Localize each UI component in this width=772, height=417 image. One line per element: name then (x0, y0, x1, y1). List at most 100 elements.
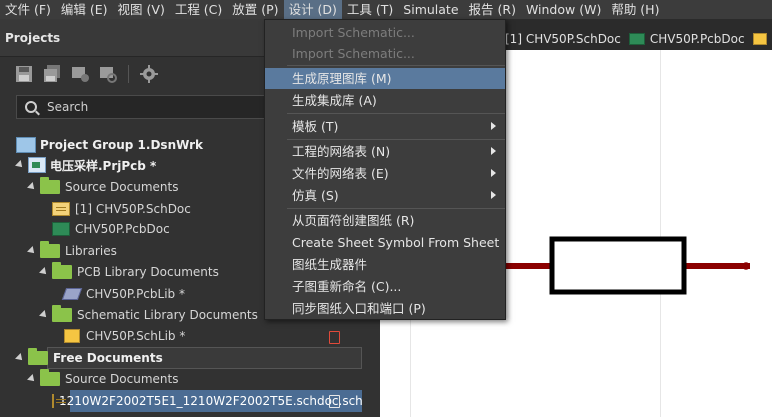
tab-pcbdoc[interactable]: CHV50P.PcbDoc (628, 32, 745, 46)
expand-icon[interactable] (27, 374, 37, 384)
menu-item-create-sheet-symbol[interactable]: Create Sheet Symbol From Sheet (265, 232, 505, 253)
tree-item-label: CHV50P.PcbDoc (75, 222, 170, 236)
menu-item-create-sheet-from-symbol[interactable]: 从页面符创建图纸 (R) (265, 210, 505, 231)
menu-window[interactable]: Window (W) (521, 0, 606, 19)
gear-icon[interactable] (139, 64, 159, 84)
folder-icon (52, 305, 72, 322)
tree-item-project-group[interactable]: Project Group 1.DsnWrk (16, 135, 203, 155)
folder-icon (52, 262, 72, 279)
expand-icon[interactable] (39, 310, 49, 320)
project-group-icon (16, 137, 36, 153)
save-all-icon[interactable] (42, 64, 62, 84)
tree-item-project[interactable]: 电压采样.PrjPcb * (15, 155, 157, 175)
tree-item-label: Libraries (65, 244, 117, 258)
menu-separator (287, 65, 505, 66)
tree-item-label: PCB Library Documents (77, 265, 219, 279)
pcb-project-icon (28, 157, 46, 173)
menu-design[interactable]: 设计 (D) (283, 0, 342, 19)
tab-label: [1] CHV50P.SchDoc (505, 32, 621, 46)
folder-icon (40, 369, 60, 386)
menu-project[interactable]: 工程 (C) (170, 0, 227, 19)
tree-item-label: Source Documents (65, 372, 179, 386)
right-pin (682, 263, 750, 269)
tab-schdoc[interactable]: [1] CHV50P.SchDoc (505, 32, 621, 46)
search-placeholder: Search (47, 100, 89, 114)
tree-item-label: [1] CHV50P.SchDoc (75, 202, 191, 216)
tree-item-label: 电压采样.PrjPcb * (50, 158, 157, 173)
menu-item-simulate[interactable]: 仿真 (S) (265, 185, 505, 206)
design-menu-dropdown: Import Schematic... Import Schematic... … (264, 19, 506, 320)
menu-separator (287, 139, 505, 140)
submenu-arrow-icon (491, 147, 496, 155)
tab-partial[interactable]: C (752, 32, 772, 46)
schematic-library-icon (752, 33, 767, 45)
menu-help[interactable]: 帮助 (H) (606, 0, 664, 19)
resistor-body (549, 236, 687, 295)
modified-document-icon (329, 331, 340, 344)
folder-icon (40, 241, 60, 258)
menu-bar: 文件 (F) 编辑 (E) 视图 (V) 工程 (C) 放置 (P) 设计 (D… (0, 0, 772, 19)
schematic-library-icon (64, 329, 80, 343)
tree-item-label: Free Documents (53, 351, 163, 365)
menu-item-label: 工程的网络表 (N) (292, 144, 391, 159)
tree-item-schdoc[interactable]: [1] CHV50P.SchDoc (52, 199, 191, 219)
menu-item-templates[interactable]: 模板 (T) (265, 116, 505, 137)
menu-item-make-integrated-library[interactable]: 生成集成库 (A) (265, 90, 505, 111)
menu-file[interactable]: 文件 (F) (0, 0, 56, 19)
expand-icon[interactable] (27, 182, 37, 192)
menu-item-label: 仿真 (S) (292, 188, 339, 203)
tree-item-libraries[interactable]: Libraries (27, 241, 117, 261)
tree-item-schlib[interactable]: CHV50P.SchLib * (64, 326, 185, 346)
menu-item-sync-sheet-entries[interactable]: 同步图纸入口和端口 (P) (265, 298, 505, 319)
expand-icon[interactable] (15, 353, 25, 363)
menu-item-import-schematic[interactable]: Import Schematic... (265, 22, 505, 43)
menu-item-label: 模板 (T) (292, 119, 339, 134)
tree-item-label: Schematic Library Documents (77, 308, 258, 322)
menu-tools[interactable]: 工具 (T) (342, 0, 398, 19)
tree-item-source-documents[interactable]: Source Documents (27, 177, 179, 197)
menu-separator (287, 113, 505, 114)
pcb-library-icon (61, 288, 83, 300)
tree-item-pcb-library-documents[interactable]: PCB Library Documents (39, 262, 219, 282)
document-tabs: [1] CHV50P.SchDoc CHV50P.PcbDoc C (505, 29, 772, 49)
tree-item-label: 1210W2F2002T5E1_1210W2F2002T5E.schdoc.sc… (59, 394, 362, 408)
menu-edit[interactable]: 编辑 (E) (56, 0, 113, 19)
project-options-icon[interactable] (70, 64, 90, 84)
submenu-arrow-icon (491, 122, 496, 130)
tree-item-schematic-library-documents[interactable]: Schematic Library Documents (39, 305, 258, 325)
menu-separator (287, 208, 505, 209)
tree-item-free-source-documents[interactable]: Source Documents (27, 369, 179, 389)
compile-icon[interactable] (98, 64, 118, 84)
tree-item-label: CHV50P.SchLib * (86, 329, 186, 343)
schematic-doc-icon (52, 394, 66, 408)
menu-place[interactable]: 放置 (P) (227, 0, 283, 19)
menu-reports[interactable]: 报告 (R) (464, 0, 521, 19)
save-icon[interactable] (14, 64, 34, 84)
expand-icon[interactable] (27, 246, 37, 256)
menu-item-project-netlist[interactable]: 工程的网络表 (N) (265, 141, 505, 162)
folder-icon (40, 177, 60, 194)
tree-item-pcbdoc[interactable]: CHV50P.PcbDoc (52, 219, 170, 239)
menu-simulate[interactable]: Simulate (398, 0, 463, 19)
tree-item-free-documents[interactable]: Free Documents (15, 348, 163, 368)
tree-item-pcblib[interactable]: CHV50P.PcbLib * (61, 284, 185, 304)
tree-item-free-schdoc[interactable]: 1210W2F2002T5E1_1210W2F2002T5E.schdoc.sc… (52, 391, 362, 411)
tree-item-label: Project Group 1.DsnWrk (40, 138, 204, 152)
toolbar-separator (128, 65, 129, 83)
submenu-arrow-icon (491, 191, 496, 199)
menu-item-make-schematic-library[interactable]: 生成原理图库 (M) (265, 68, 505, 89)
menu-item-rename-child-sheet[interactable]: 子图重新命名 (C)... (265, 276, 505, 297)
expand-icon[interactable] (15, 160, 25, 170)
menu-item-document-netlist[interactable]: 文件的网络表 (E) (265, 163, 505, 184)
expand-icon[interactable] (39, 267, 49, 277)
menu-view[interactable]: 视图 (V) (113, 0, 170, 19)
left-pin (505, 263, 550, 269)
tree-item-label: Source Documents (65, 180, 179, 194)
schematic-doc-icon (52, 202, 70, 216)
pcb-doc-icon (52, 222, 70, 236)
menu-item-import-schematic-2[interactable]: Import Schematic... (265, 43, 505, 64)
tab-label: CHV50P.PcbDoc (649, 32, 745, 46)
menu-item-sheet-to-component[interactable]: 图纸生成器件 (265, 254, 505, 275)
projects-toolbar (14, 64, 159, 84)
menu-item-label: 文件的网络表 (E) (292, 166, 389, 181)
